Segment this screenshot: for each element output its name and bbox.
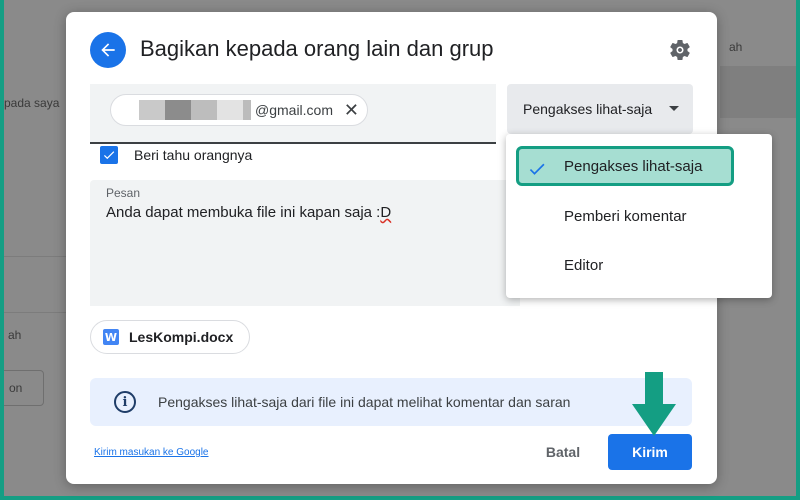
background-button: on (4, 370, 44, 406)
notify-label: Beri tahu orangnya (134, 147, 253, 163)
send-feedback-link[interactable]: Kirim masukan ke Google (94, 447, 209, 458)
role-menu-item-label: Editor (564, 256, 604, 274)
notify-checkbox[interactable] (100, 146, 118, 164)
role-menu-item-editor[interactable]: Editor (506, 241, 772, 289)
role-dropdown-value: Pengakses lihat-saja (523, 101, 653, 117)
send-button[interactable]: Kirim (608, 434, 692, 470)
settings-button[interactable] (667, 37, 693, 63)
background-button-label: on (9, 381, 23, 395)
role-dropdown[interactable]: Pengakses lihat-saja (507, 84, 693, 134)
remove-recipient-icon[interactable]: ✕ (344, 100, 359, 120)
background-text: ah (729, 40, 743, 54)
info-text: Pengakses lihat-saja dari file ini dapat… (158, 394, 571, 410)
attached-file-chip[interactable]: W LesKompi.docx (90, 320, 250, 354)
gear-icon (670, 40, 690, 60)
info-banner: i Pengakses lihat-saja dari file ini dap… (90, 378, 692, 426)
role-menu-item-label: Pemberi komentar (564, 207, 687, 225)
back-button[interactable] (90, 32, 126, 68)
cancel-button[interactable]: Batal (536, 434, 590, 470)
notify-people-row: Beri tahu orangnya (100, 146, 252, 164)
background-divider (4, 312, 66, 313)
role-menu-item-viewer[interactable]: Pengakses lihat-saja (516, 146, 734, 186)
redacted-email-name (139, 100, 251, 120)
message-text-end: D (380, 204, 392, 221)
dialog-title: Bagikan kepada orang lain dan grup (140, 36, 494, 61)
file-name: LesKompi.docx (129, 329, 234, 345)
role-menu-item-label: Pengakses lihat-saja (564, 157, 703, 175)
message-text-main: Anda dapat membuka file ini kapan saja : (106, 204, 381, 221)
checkmark-icon (103, 151, 115, 160)
message-text: Anda dapat membuka file ini kapan saja :… (106, 204, 504, 221)
annotation-arrow-down-icon (632, 372, 676, 436)
recipient-input[interactable]: @gmail.com ✕ (90, 84, 496, 144)
info-icon: i (114, 391, 136, 413)
recipient-email: @gmail.com (255, 102, 334, 118)
background-text: pada saya (4, 96, 60, 110)
message-label: Pesan (106, 186, 141, 200)
background-divider (4, 256, 66, 257)
message-field[interactable]: Pesan Anda dapat membuka file ini kapan … (90, 180, 520, 306)
word-document-icon: W (103, 329, 119, 345)
background-text: ah (8, 328, 22, 342)
recipient-chip[interactable]: @gmail.com ✕ (110, 94, 368, 126)
caret-down-icon (669, 106, 679, 111)
role-menu-item-commenter[interactable]: Pemberi komentar (506, 192, 772, 240)
arrow-left-icon (101, 43, 115, 57)
role-menu: Pengakses lihat-saja Pemberi komentar Ed… (506, 134, 772, 298)
background-panel (720, 66, 796, 118)
checkmark-icon (529, 163, 545, 175)
